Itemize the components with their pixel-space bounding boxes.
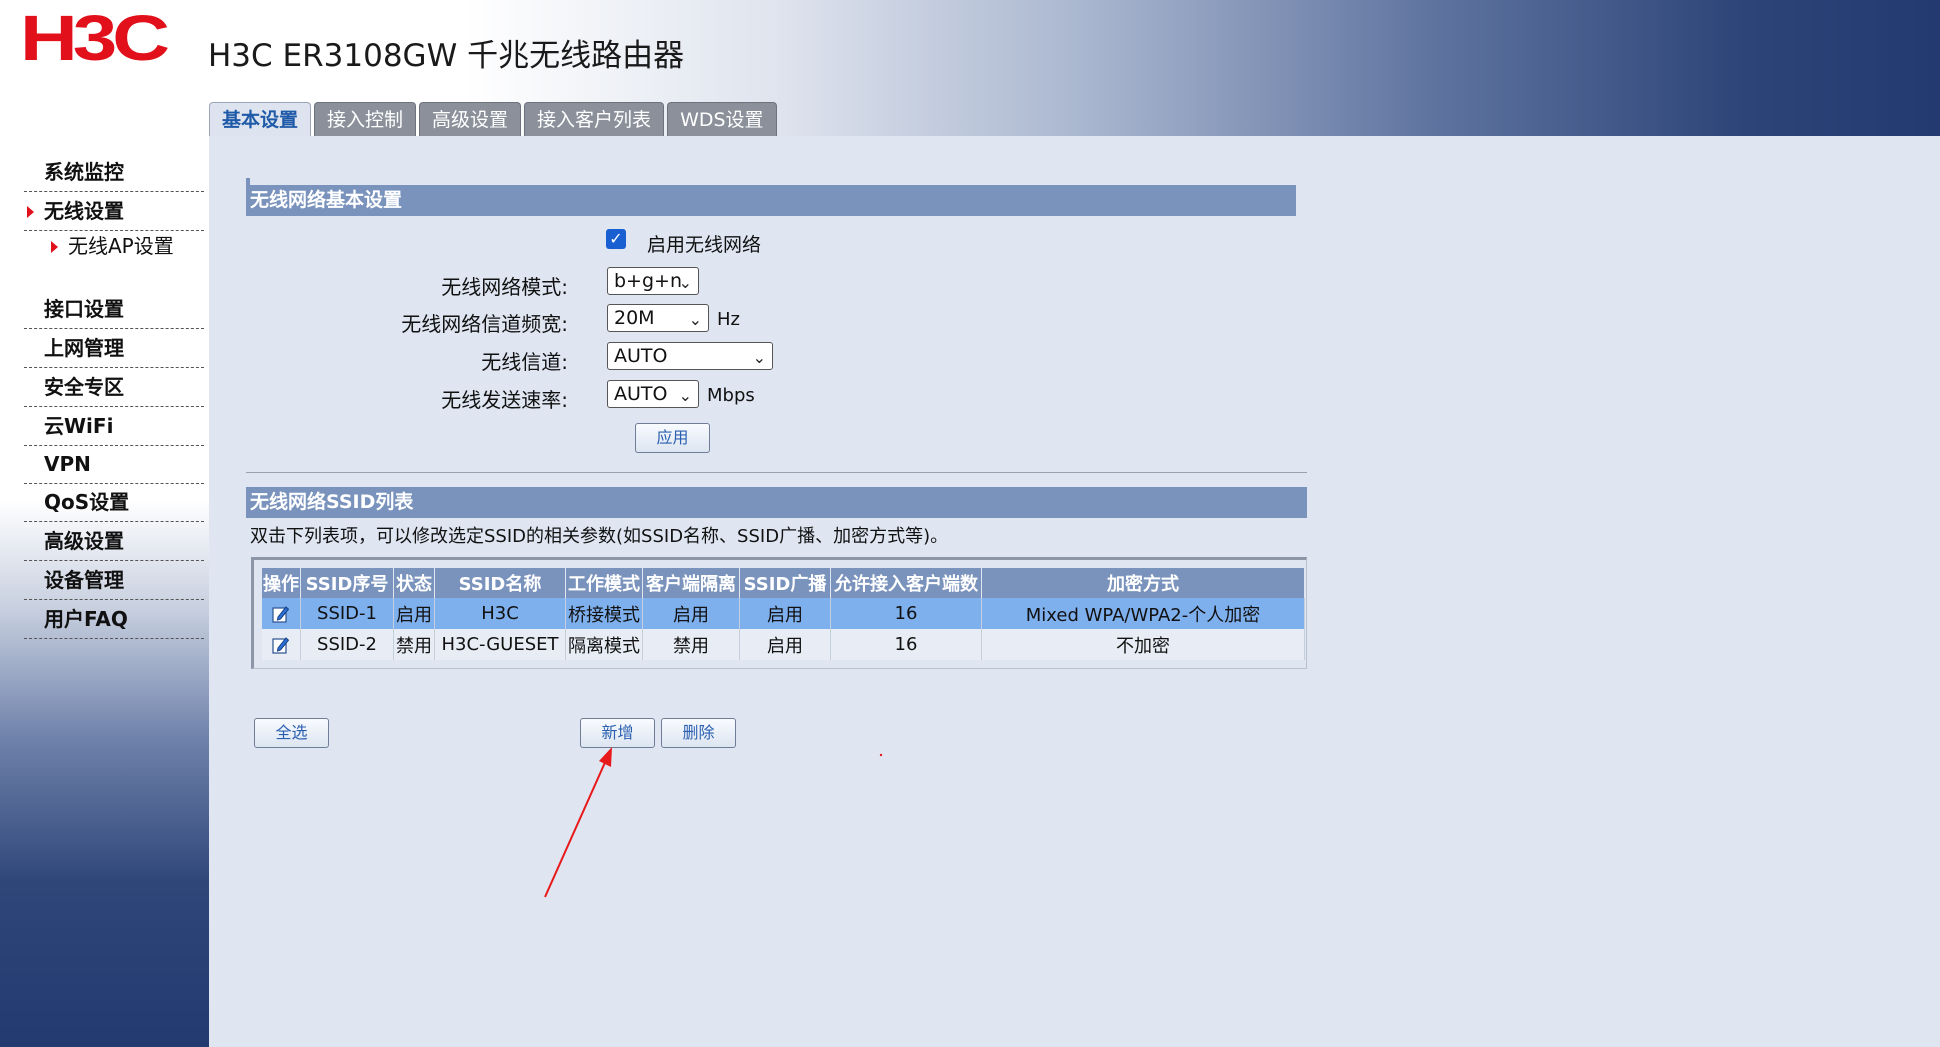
chevron-down-icon: ⌄ (678, 386, 692, 405)
cell-broadcast: 启用 (739, 629, 831, 660)
bandwidth-select[interactable]: 20M ⌄ (607, 304, 709, 332)
product-title: H3C ER3108GW 千兆无线路由器 (208, 38, 685, 74)
section-title-ssid: 无线网络SSID列表 (246, 487, 1307, 518)
add-button[interactable]: 新增 (580, 718, 655, 748)
sidebar-item-user-faq[interactable]: 用户FAQ (24, 601, 204, 639)
mode-select[interactable]: b+g+n ⌄ (607, 267, 699, 295)
tab-advanced-settings[interactable]: 高级设置 (419, 102, 522, 136)
cell-ssid-index: SSID-1 (300, 598, 394, 629)
cell-ssid-index: SSID-2 (300, 629, 394, 660)
channel-label: 无线信道: (481, 350, 568, 374)
cell-encryption: 不加密 (981, 629, 1305, 660)
cell-status: 禁用 (393, 629, 435, 660)
cell-encryption: Mixed WPA/WPA2-个人加密 (981, 598, 1305, 629)
channel-select[interactable]: AUTO ⌄ (607, 342, 773, 370)
section-title-basic: 无线网络基本设置 (246, 178, 1296, 216)
tab-access-control[interactable]: 接入控制 (314, 102, 417, 136)
sidebar-item-internet-management[interactable]: 上网管理 (24, 330, 204, 368)
selected-arrow-icon (27, 206, 34, 218)
mode-row: 无线网络模式: b+g+n ⌄ (246, 267, 1296, 299)
mode-label: 无线网络模式: (441, 275, 568, 299)
cell-max-clients: 16 (830, 598, 982, 629)
edit-icon[interactable] (272, 605, 290, 623)
col-client-isolation: 客户端隔离 (642, 568, 740, 598)
cell-isolation: 启用 (642, 598, 740, 629)
col-ssid-index: SSID序号 (300, 568, 394, 598)
h3c-logo: H3C (20, 2, 170, 74)
sidebar-item-system-monitor[interactable]: 系统监控 (24, 154, 204, 192)
sidebar-item-wireless-settings[interactable]: 无线设置 (24, 193, 204, 231)
ssid-table-container: 操作 SSID序号 状态 SSID名称 工作模式 客户端隔离 SSID广播 允许… (251, 557, 1307, 669)
tab-client-list[interactable]: 接入客户列表 (524, 102, 665, 136)
delete-button[interactable]: 删除 (661, 718, 736, 748)
col-ssid-broadcast: SSID广播 (739, 568, 831, 598)
bandwidth-row: 无线网络信道频宽: 20M ⌄ Hz (246, 304, 1296, 336)
rate-row: 无线发送速率: AUTO ⌄ Mbps (246, 380, 1296, 412)
sidebar-item-vpn[interactable]: VPN (24, 446, 204, 484)
chevron-down-icon: ⌄ (688, 310, 702, 329)
apply-button[interactable]: 应用 (635, 423, 710, 453)
sidebar-item-security-zone[interactable]: 安全专区 (24, 369, 204, 407)
cell-isolation: 禁用 (642, 629, 740, 660)
sidebar-item-interface-settings[interactable]: 接口设置 (24, 291, 204, 329)
sidebar-item-advanced-settings[interactable]: 高级设置 (24, 523, 204, 561)
cell-ssid-name: H3C (434, 598, 566, 629)
col-encryption: 加密方式 (981, 568, 1305, 598)
sidebar-subitem-wireless-ap[interactable]: 无线AP设置 (48, 232, 198, 260)
rate-label: 无线发送速率: (441, 388, 568, 412)
col-status: 状态 (393, 568, 435, 598)
tab-bar: 基本设置 接入控制 高级设置 接入客户列表 WDS设置 (209, 102, 777, 136)
chevron-down-icon: ⌄ (752, 348, 766, 367)
tab-basic-settings[interactable]: 基本设置 (209, 102, 312, 136)
col-ssid-name: SSID名称 (434, 568, 566, 598)
table-row[interactable]: SSID-1 启用 H3C 桥接模式 启用 启用 16 Mixed WPA/WP… (262, 598, 1305, 629)
cell-broadcast: 启用 (739, 598, 831, 629)
channel-row: 无线信道: AUTO ⌄ (246, 342, 1296, 374)
edit-cell (262, 629, 301, 660)
sidebar: 系统监控 无线设置 无线AP设置 接口设置 上网管理 安全专区 云WiFi VP… (0, 136, 209, 1047)
bandwidth-unit: Hz (717, 309, 740, 330)
table-header-row: 操作 SSID序号 状态 SSID名称 工作模式 客户端隔离 SSID广播 允许… (262, 568, 1305, 598)
ssid-hint-text: 双击下列表项，可以修改选定SSID的相关参数(如SSID名称、SSID广播、加密… (250, 526, 949, 547)
section-divider (246, 472, 1307, 473)
cell-ssid-name: H3C-GUESET (434, 629, 566, 660)
main-content: 无线网络基本设置 ✓ 启用无线网络 无线网络模式: b+g+n ⌄ 无线网络信道频… (209, 136, 1940, 1047)
bandwidth-label: 无线网络信道频宽: (401, 312, 568, 336)
tab-wds-settings[interactable]: WDS设置 (667, 102, 777, 136)
col-action: 操作 (262, 568, 301, 598)
sub-arrow-icon (51, 241, 58, 253)
edit-cell (262, 598, 301, 629)
cell-work-mode: 桥接模式 (565, 598, 643, 629)
ssid-table: 操作 SSID序号 状态 SSID名称 工作模式 客户端隔离 SSID广播 允许… (262, 568, 1305, 660)
sidebar-item-device-management[interactable]: 设备管理 (24, 562, 204, 600)
col-work-mode: 工作模式 (565, 568, 643, 598)
cell-work-mode: 隔离模式 (565, 629, 643, 660)
cell-status: 启用 (393, 598, 435, 629)
select-all-button[interactable]: 全选 (254, 718, 329, 748)
chevron-down-icon: ⌄ (678, 273, 692, 292)
table-row[interactable]: SSID-2 禁用 H3C-GUESET 隔离模式 禁用 启用 16 不加密 (262, 629, 1305, 660)
enable-wireless-checkbox[interactable]: ✓ (606, 229, 626, 249)
rate-select[interactable]: AUTO ⌄ (607, 380, 699, 408)
sidebar-item-qos-settings[interactable]: QoS设置 (24, 484, 204, 522)
cell-max-clients: 16 (830, 629, 982, 660)
edit-icon[interactable] (272, 636, 290, 654)
col-max-clients: 允许接入客户端数 (830, 568, 982, 598)
rate-unit: Mbps (707, 385, 755, 406)
sidebar-item-cloud-wifi[interactable]: 云WiFi (24, 408, 204, 446)
enable-wireless-label: 启用无线网络 (647, 234, 762, 256)
